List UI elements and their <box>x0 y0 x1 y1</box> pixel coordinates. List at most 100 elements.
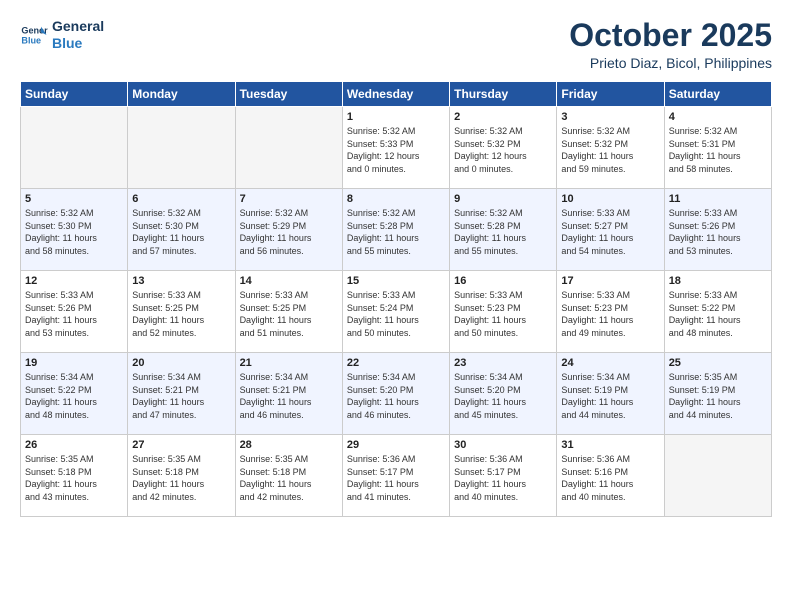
location: Prieto Diaz, Bicol, Philippines <box>569 55 772 71</box>
day-info: Sunrise: 5:33 AM Sunset: 5:24 PM Dayligh… <box>347 289 445 339</box>
weekday-header-row: SundayMondayTuesdayWednesdayThursdayFrid… <box>21 82 772 107</box>
day-number: 26 <box>25 439 123 451</box>
logo-text-general: General <box>52 18 104 35</box>
calendar-cell <box>128 107 235 189</box>
calendar-cell: 3Sunrise: 5:32 AM Sunset: 5:32 PM Daylig… <box>557 107 664 189</box>
day-info: Sunrise: 5:35 AM Sunset: 5:18 PM Dayligh… <box>240 453 338 503</box>
calendar-cell <box>235 107 342 189</box>
day-info: Sunrise: 5:32 AM Sunset: 5:32 PM Dayligh… <box>561 125 659 175</box>
calendar-cell: 7 Sunrise: 5:32 AM Sunset: 5:29 PM Daylig… <box>235 189 342 271</box>
calendar-cell: 29 Sunrise: 5:36 AM Sunset: 5:17 PM Dayli… <box>342 435 449 517</box>
weekday-friday: Friday <box>557 82 664 107</box>
day-number: 9 <box>454 193 552 205</box>
day-info: Sunrise: 5:34 AM Sunset: 5:20 PM Dayligh… <box>347 371 445 421</box>
calendar-cell <box>21 107 128 189</box>
day-info: Sunrise: 5:32 AM Sunset: 5:32 PM Dayligh… <box>454 125 552 175</box>
day-number: 11 <box>669 193 767 205</box>
calendar-cell: 14 Sunrise: 5:33 AM Sunset: 5:25 PM Dayli… <box>235 271 342 353</box>
day-info: Sunrise: 5:32 AM Sunset: 5:30 PM Dayligh… <box>132 207 230 257</box>
day-number: 8 <box>347 193 445 205</box>
calendar-cell: 8 Sunrise: 5:32 AM Sunset: 5:28 PM Daylig… <box>342 189 449 271</box>
logo-icon: General Blue <box>20 21 48 49</box>
day-number: 2 <box>454 111 552 123</box>
day-number: 14 <box>240 275 338 287</box>
calendar-cell: 22 Sunrise: 5:34 AM Sunset: 5:20 PM Dayli… <box>342 353 449 435</box>
day-info: Sunrise: 5:32 AM Sunset: 5:30 PM Dayligh… <box>25 207 123 257</box>
day-number: 6 <box>132 193 230 205</box>
day-info: Sunrise: 5:32 AM Sunset: 5:28 PM Dayligh… <box>347 207 445 257</box>
calendar: SundayMondayTuesdayWednesdayThursdayFrid… <box>20 81 772 517</box>
calendar-cell: 18Sunrise: 5:33 AM Sunset: 5:22 PM Dayli… <box>664 271 771 353</box>
calendar-cell: 25 Sunrise: 5:35 AM Sunset: 5:19 PM Dayli… <box>664 353 771 435</box>
day-number: 27 <box>132 439 230 451</box>
week-row-3: 12 Sunrise: 5:33 AM Sunset: 5:26 PM Dayli… <box>21 271 772 353</box>
day-info: Sunrise: 5:36 AM Sunset: 5:17 PM Dayligh… <box>454 453 552 503</box>
day-info: Sunrise: 5:33 AM Sunset: 5:25 PM Dayligh… <box>240 289 338 339</box>
calendar-cell: 2 Sunrise: 5:32 AM Sunset: 5:32 PM Daylig… <box>450 107 557 189</box>
day-info: Sunrise: 5:35 AM Sunset: 5:18 PM Dayligh… <box>25 453 123 503</box>
day-number: 23 <box>454 357 552 369</box>
calendar-cell: 1Sunrise: 5:32 AM Sunset: 5:33 PM Daylig… <box>342 107 449 189</box>
day-number: 20 <box>132 357 230 369</box>
weekday-sunday: Sunday <box>21 82 128 107</box>
day-info: Sunrise: 5:33 AM Sunset: 5:23 PM Dayligh… <box>454 289 552 339</box>
day-number: 28 <box>240 439 338 451</box>
calendar-cell <box>664 435 771 517</box>
calendar-cell: 16 Sunrise: 5:33 AM Sunset: 5:23 PM Dayli… <box>450 271 557 353</box>
calendar-cell: 5Sunrise: 5:32 AM Sunset: 5:30 PM Daylig… <box>21 189 128 271</box>
calendar-cell: 24 Sunrise: 5:34 AM Sunset: 5:19 PM Dayli… <box>557 353 664 435</box>
weekday-wednesday: Wednesday <box>342 82 449 107</box>
day-info: Sunrise: 5:35 AM Sunset: 5:18 PM Dayligh… <box>132 453 230 503</box>
day-number: 12 <box>25 275 123 287</box>
calendar-cell: 11Sunrise: 5:33 AM Sunset: 5:26 PM Dayli… <box>664 189 771 271</box>
calendar-cell: 20Sunrise: 5:34 AM Sunset: 5:21 PM Dayli… <box>128 353 235 435</box>
day-info: Sunrise: 5:33 AM Sunset: 5:23 PM Dayligh… <box>561 289 659 339</box>
day-number: 4 <box>669 111 767 123</box>
calendar-cell: 19Sunrise: 5:34 AM Sunset: 5:22 PM Dayli… <box>21 353 128 435</box>
day-info: Sunrise: 5:34 AM Sunset: 5:19 PM Dayligh… <box>561 371 659 421</box>
day-number: 30 <box>454 439 552 451</box>
calendar-cell: 13Sunrise: 5:33 AM Sunset: 5:25 PM Dayli… <box>128 271 235 353</box>
weekday-tuesday: Tuesday <box>235 82 342 107</box>
calendar-cell: 4Sunrise: 5:32 AM Sunset: 5:31 PM Daylig… <box>664 107 771 189</box>
day-info: Sunrise: 5:34 AM Sunset: 5:21 PM Dayligh… <box>240 371 338 421</box>
day-number: 18 <box>669 275 767 287</box>
day-number: 29 <box>347 439 445 451</box>
day-info: Sunrise: 5:35 AM Sunset: 5:19 PM Dayligh… <box>669 371 767 421</box>
day-info: Sunrise: 5:36 AM Sunset: 5:16 PM Dayligh… <box>561 453 659 503</box>
day-number: 25 <box>669 357 767 369</box>
day-number: 15 <box>347 275 445 287</box>
calendar-cell: 23Sunrise: 5:34 AM Sunset: 5:20 PM Dayli… <box>450 353 557 435</box>
day-info: Sunrise: 5:36 AM Sunset: 5:17 PM Dayligh… <box>347 453 445 503</box>
svg-text:Blue: Blue <box>21 35 41 45</box>
day-info: Sunrise: 5:32 AM Sunset: 5:29 PM Dayligh… <box>240 207 338 257</box>
weekday-thursday: Thursday <box>450 82 557 107</box>
week-row-4: 19Sunrise: 5:34 AM Sunset: 5:22 PM Dayli… <box>21 353 772 435</box>
month-title: October 2025 <box>569 18 772 53</box>
calendar-cell: 26 Sunrise: 5:35 AM Sunset: 5:18 PM Dayli… <box>21 435 128 517</box>
week-row-1: 1Sunrise: 5:32 AM Sunset: 5:33 PM Daylig… <box>21 107 772 189</box>
day-number: 1 <box>347 111 445 123</box>
day-info: Sunrise: 5:33 AM Sunset: 5:25 PM Dayligh… <box>132 289 230 339</box>
page: General Blue General Blue October 2025 P… <box>0 0 792 612</box>
day-number: 24 <box>561 357 659 369</box>
day-number: 7 <box>240 193 338 205</box>
logo: General Blue General Blue <box>20 18 104 52</box>
calendar-cell: 31Sunrise: 5:36 AM Sunset: 5:16 PM Dayli… <box>557 435 664 517</box>
day-number: 16 <box>454 275 552 287</box>
day-info: Sunrise: 5:32 AM Sunset: 5:28 PM Dayligh… <box>454 207 552 257</box>
day-info: Sunrise: 5:33 AM Sunset: 5:26 PM Dayligh… <box>25 289 123 339</box>
calendar-cell: 17Sunrise: 5:33 AM Sunset: 5:23 PM Dayli… <box>557 271 664 353</box>
day-info: Sunrise: 5:34 AM Sunset: 5:22 PM Dayligh… <box>25 371 123 421</box>
calendar-cell: 28 Sunrise: 5:35 AM Sunset: 5:18 PM Dayli… <box>235 435 342 517</box>
logo-text-blue: Blue <box>52 35 104 52</box>
day-info: Sunrise: 5:33 AM Sunset: 5:27 PM Dayligh… <box>561 207 659 257</box>
calendar-cell: 9 Sunrise: 5:32 AM Sunset: 5:28 PM Daylig… <box>450 189 557 271</box>
calendar-cell: 12 Sunrise: 5:33 AM Sunset: 5:26 PM Dayli… <box>21 271 128 353</box>
week-row-2: 5Sunrise: 5:32 AM Sunset: 5:30 PM Daylig… <box>21 189 772 271</box>
title-block: October 2025 Prieto Diaz, Bicol, Philipp… <box>569 18 772 71</box>
calendar-cell: 27 Sunrise: 5:35 AM Sunset: 5:18 PM Dayli… <box>128 435 235 517</box>
weekday-saturday: Saturday <box>664 82 771 107</box>
weekday-monday: Monday <box>128 82 235 107</box>
day-number: 22 <box>347 357 445 369</box>
